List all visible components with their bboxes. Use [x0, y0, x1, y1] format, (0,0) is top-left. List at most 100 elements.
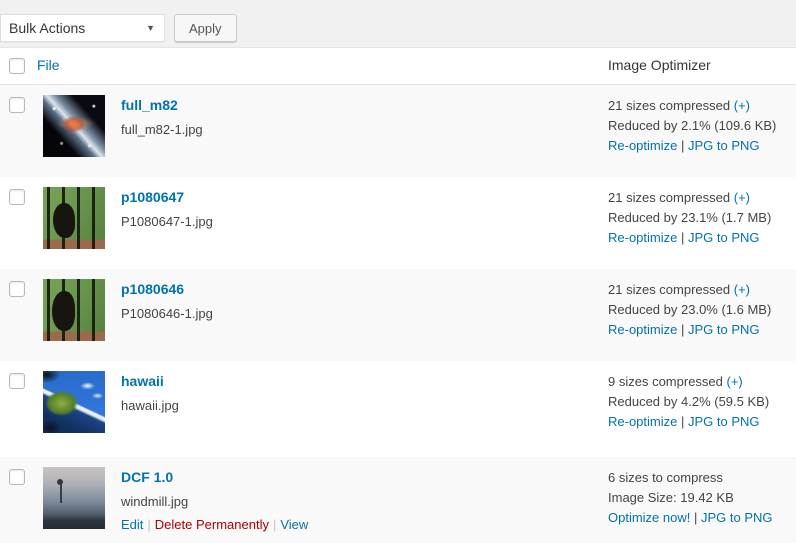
- file-cell: DCF 1.0 windmill.jpg Edit|Delete Permane…: [33, 467, 608, 532]
- bulk-actions-select-wrap: Bulk Actions: [0, 14, 165, 42]
- reoptimize-link[interactable]: Re-optimize: [608, 322, 677, 337]
- optimizer-status: 6 sizes to compress: [608, 470, 723, 485]
- optimizer-status-line: 21 sizes compressed (+): [608, 96, 796, 116]
- action-separator: |: [143, 517, 154, 532]
- row-checkbox[interactable]: [9, 281, 25, 297]
- optimizer-links-line: Re-optimize | JPG to PNG: [608, 320, 796, 340]
- media-title-link[interactable]: hawaii: [121, 373, 179, 389]
- bulk-actions-toolbar: Bulk Actions Apply: [0, 0, 796, 47]
- optimize-now-link[interactable]: Optimize now!: [608, 510, 690, 525]
- reoptimize-link[interactable]: Re-optimize: [608, 230, 677, 245]
- row-checkbox-cell: [0, 467, 33, 485]
- row-checkbox[interactable]: [9, 373, 25, 389]
- optimizer-detail: Reduced by 23.0% (1.6 MB): [608, 300, 796, 320]
- file-text: full_m82 full_m82-1.jpg: [121, 95, 203, 157]
- file-cell: p1080646 P1080646-1.jpg: [33, 279, 608, 341]
- media-thumbnail[interactable]: [43, 95, 105, 157]
- action-separator: |: [269, 517, 280, 532]
- file-text: DCF 1.0 windmill.jpg Edit|Delete Permane…: [121, 467, 308, 532]
- optimizer-status: 9 sizes compressed: [608, 374, 727, 389]
- apply-button[interactable]: Apply: [174, 14, 237, 42]
- optimizer-header-cell: Image Optimizer: [608, 57, 796, 75]
- media-thumbnail[interactable]: [43, 279, 105, 341]
- optimizer-detail: Reduced by 4.2% (59.5 KB): [608, 392, 796, 412]
- table-row: hawaii hawaii.jpg 9 sizes compressed (+)…: [0, 361, 796, 457]
- jpg-to-png-link[interactable]: JPG to PNG: [688, 322, 760, 337]
- row-actions: Edit|Delete Permanently|View: [121, 517, 308, 532]
- media-list-table: File Image Optimizer full_m82 full_m82-1…: [0, 47, 796, 543]
- media-title-link[interactable]: p1080646: [121, 281, 213, 297]
- table-row: full_m82 full_m82-1.jpg 21 sizes compres…: [0, 85, 796, 177]
- bulk-actions-select[interactable]: Bulk Actions: [0, 14, 165, 42]
- media-thumbnail[interactable]: [43, 467, 105, 529]
- jpg-to-png-link[interactable]: JPG to PNG: [688, 138, 760, 153]
- row-checkbox-cell: [0, 371, 33, 389]
- view-link[interactable]: View: [280, 517, 308, 532]
- link-separator: |: [690, 510, 701, 525]
- row-checkbox-cell: [0, 279, 33, 297]
- table-row: p1080647 P1080647-1.jpg 21 sizes compres…: [0, 177, 796, 269]
- file-cell: hawaii hawaii.jpg: [33, 371, 608, 433]
- edit-link[interactable]: Edit: [121, 517, 143, 532]
- delete-permanently-link[interactable]: Delete Permanently: [155, 517, 269, 532]
- media-filename: P1080646-1.jpg: [121, 306, 213, 321]
- media-title-link[interactable]: DCF 1.0: [121, 469, 308, 485]
- select-all-checkbox[interactable]: [9, 58, 25, 74]
- media-filename: windmill.jpg: [121, 494, 308, 509]
- table-row: DCF 1.0 windmill.jpg Edit|Delete Permane…: [0, 457, 796, 543]
- image-optimizer-column-header: Image Optimizer: [608, 57, 711, 73]
- media-thumbnail[interactable]: [43, 371, 105, 433]
- expand-sizes-link[interactable]: (+): [734, 98, 750, 113]
- row-checkbox-cell: [0, 187, 33, 205]
- optimizer-detail: Reduced by 23.1% (1.7 MB): [608, 208, 796, 228]
- media-library-page: Bulk Actions Apply File Image Optimizer: [0, 0, 796, 543]
- media-filename: full_m82-1.jpg: [121, 122, 203, 137]
- optimizer-links-line: Re-optimize | JPG to PNG: [608, 136, 796, 156]
- optimizer-status: 21 sizes compressed: [608, 282, 734, 297]
- media-title-link[interactable]: full_m82: [121, 97, 203, 113]
- media-filename: hawaii.jpg: [121, 398, 179, 413]
- file-text: hawaii hawaii.jpg: [121, 371, 179, 433]
- row-checkbox[interactable]: [9, 189, 25, 205]
- expand-sizes-link[interactable]: (+): [734, 190, 750, 205]
- optimizer-links-line: Optimize now! | JPG to PNG: [608, 508, 796, 528]
- table-header-row: File Image Optimizer: [0, 48, 796, 85]
- file-header-cell: File: [33, 57, 608, 75]
- file-text: p1080646 P1080646-1.jpg: [121, 279, 213, 341]
- row-checkbox[interactable]: [9, 97, 25, 113]
- media-title-link[interactable]: p1080647: [121, 189, 213, 205]
- optimizer-detail: Reduced by 2.1% (109.6 KB): [608, 116, 796, 136]
- optimizer-status-line: 21 sizes compressed (+): [608, 188, 796, 208]
- optimizer-detail: Image Size: 19.42 KB: [608, 488, 796, 508]
- optimizer-cell: 21 sizes compressed (+) Reduced by 2.1% …: [608, 95, 796, 156]
- optimizer-links-line: Re-optimize | JPG to PNG: [608, 228, 796, 248]
- reoptimize-link[interactable]: Re-optimize: [608, 414, 677, 429]
- link-separator: |: [677, 138, 688, 153]
- select-all-cell: [0, 58, 33, 74]
- file-text: p1080647 P1080647-1.jpg: [121, 187, 213, 249]
- optimizer-status-line: 9 sizes compressed (+): [608, 372, 796, 392]
- row-checkbox[interactable]: [9, 469, 25, 485]
- file-column-header[interactable]: File: [37, 57, 60, 73]
- file-cell: p1080647 P1080647-1.jpg: [33, 187, 608, 249]
- optimizer-cell: 6 sizes to compress Image Size: 19.42 KB…: [608, 467, 796, 528]
- jpg-to-png-link[interactable]: JPG to PNG: [701, 510, 773, 525]
- reoptimize-link[interactable]: Re-optimize: [608, 138, 677, 153]
- link-separator: |: [677, 414, 688, 429]
- row-checkbox-cell: [0, 95, 33, 113]
- link-separator: |: [677, 322, 688, 337]
- file-cell: full_m82 full_m82-1.jpg: [33, 95, 608, 157]
- media-filename: P1080647-1.jpg: [121, 214, 213, 229]
- optimizer-cell: 21 sizes compressed (+) Reduced by 23.0%…: [608, 279, 796, 340]
- expand-sizes-link[interactable]: (+): [734, 282, 750, 297]
- table-row: p1080646 P1080646-1.jpg 21 sizes compres…: [0, 269, 796, 361]
- optimizer-status-line: 21 sizes compressed (+): [608, 280, 796, 300]
- optimizer-cell: 21 sizes compressed (+) Reduced by 23.1%…: [608, 187, 796, 248]
- expand-sizes-link[interactable]: (+): [727, 374, 743, 389]
- optimizer-status-line: 6 sizes to compress: [608, 468, 796, 488]
- jpg-to-png-link[interactable]: JPG to PNG: [688, 230, 760, 245]
- media-thumbnail[interactable]: [43, 187, 105, 249]
- optimizer-cell: 9 sizes compressed (+) Reduced by 4.2% (…: [608, 371, 796, 432]
- jpg-to-png-link[interactable]: JPG to PNG: [688, 414, 760, 429]
- optimizer-status: 21 sizes compressed: [608, 190, 734, 205]
